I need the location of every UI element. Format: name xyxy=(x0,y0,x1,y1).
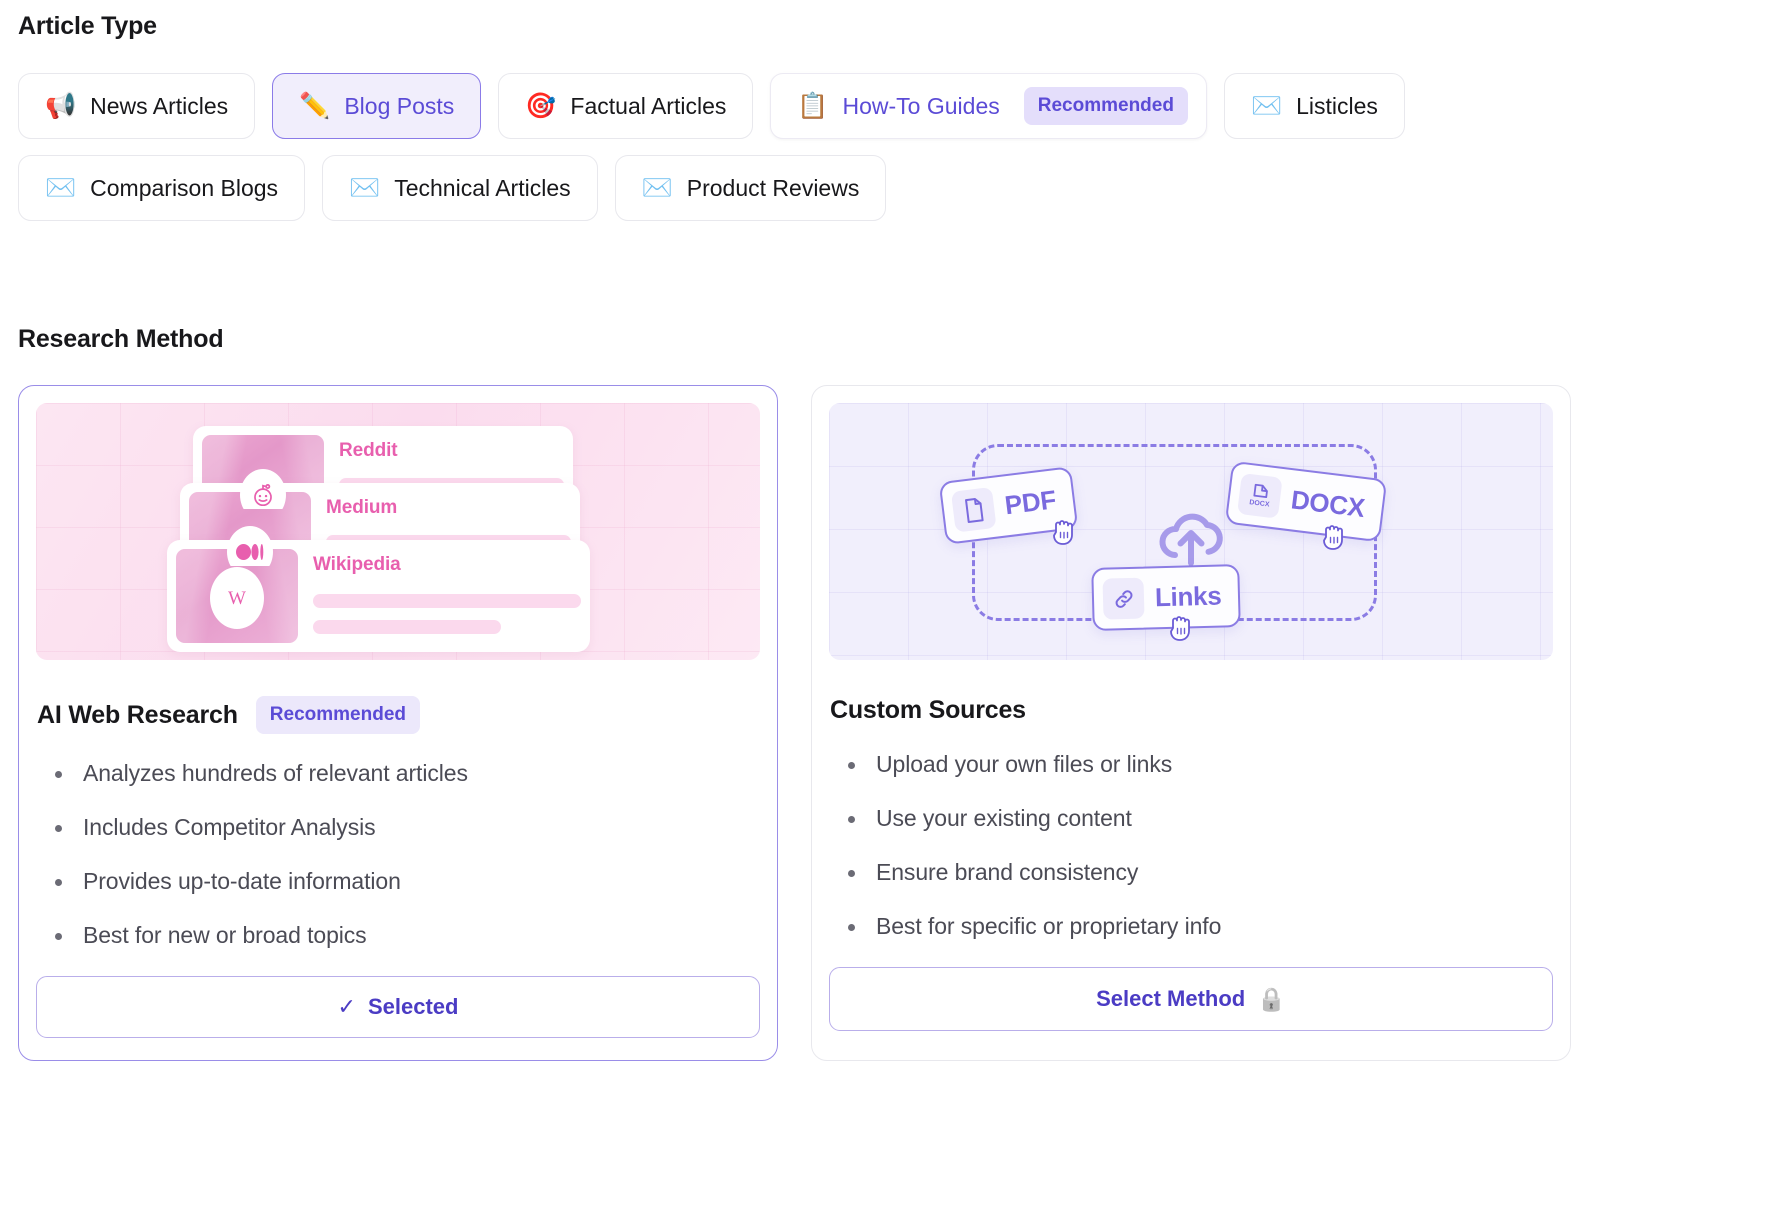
article-type-product-reviews[interactable]: ✉️ Product Reviews xyxy=(615,155,887,221)
article-type-chip-group: 📢 News Articles ✏️ Blog Posts 🎯 Factual … xyxy=(18,73,1754,221)
grab-cursor-icon xyxy=(1168,611,1198,643)
link-icon xyxy=(1102,578,1144,620)
list-item: Upload your own files or links xyxy=(842,751,1553,778)
chip-label: News Articles xyxy=(90,93,228,120)
svg-text:W: W xyxy=(228,588,246,609)
custom-sources-illustration: PDF DOCX DOC xyxy=(829,403,1553,660)
chip-label: Factual Articles xyxy=(570,93,726,120)
chip-label: Blog Posts xyxy=(344,93,454,120)
chip-label: Listicles xyxy=(1296,93,1378,120)
file-chip-label: PDF xyxy=(1003,484,1058,521)
file-chip-label: Links xyxy=(1155,581,1222,614)
button-label: Select Method xyxy=(1096,986,1245,1012)
lock-icon: 🔒 xyxy=(1257,986,1286,1013)
chip-label: Comparison Blogs xyxy=(90,175,278,202)
file-icon xyxy=(951,487,997,533)
select-method-button[interactable]: Select Method 🔒 xyxy=(829,967,1553,1031)
article-type-comparison-blogs[interactable]: ✉️ Comparison Blogs xyxy=(18,155,305,221)
list-item: Ensure brand consistency xyxy=(842,859,1553,886)
article-type-row-1: 📢 News Articles ✏️ Blog Posts 🎯 Factual … xyxy=(18,73,1754,139)
custom-sources-header: Custom Sources xyxy=(829,696,1553,725)
button-label: Selected xyxy=(368,994,459,1020)
list-item: Best for new or broad topics xyxy=(49,922,760,949)
article-type-blog-posts[interactable]: ✏️ Blog Posts xyxy=(272,73,481,139)
pencil-icon: ✏️ xyxy=(299,94,330,119)
research-method-card-custom-sources[interactable]: PDF DOCX DOC xyxy=(811,385,1571,1061)
envelope-icon: ✉️ xyxy=(642,176,673,201)
article-type-how-to-guides[interactable]: 📋 How-To Guides Recommended xyxy=(770,73,1207,139)
article-type-factual-articles[interactable]: 🎯 Factual Articles xyxy=(498,73,753,139)
page-title-research-method: Research Method xyxy=(18,325,1754,354)
file-chip-label: DOCX xyxy=(1289,484,1366,524)
recommended-badge: Recommended xyxy=(256,696,420,734)
chip-label: How-To Guides xyxy=(843,93,1000,120)
docx-file-icon: DOCX xyxy=(1237,473,1283,519)
medium-logo-icon xyxy=(227,526,273,566)
custom-sources-feature-list: Upload your own files or links Use your … xyxy=(829,751,1553,940)
article-type-listicles[interactable]: ✉️ Listicles xyxy=(1224,73,1405,139)
research-method-card-ai-web-research[interactable]: Reddit xyxy=(18,385,778,1061)
source-card-body: Wikipedia xyxy=(313,549,581,634)
envelope-icon: ✉️ xyxy=(1251,94,1282,119)
chip-label: Product Reviews xyxy=(687,175,860,202)
envelope-icon: ✉️ xyxy=(45,176,76,201)
list-item: Analyzes hundreds of relevant articles xyxy=(49,760,760,787)
placeholder-line xyxy=(313,620,501,634)
grab-cursor-icon xyxy=(1051,515,1081,547)
card-title: Custom Sources xyxy=(830,696,1026,725)
ai-web-research-header: AI Web Research Recommended xyxy=(36,696,760,734)
section-spacer xyxy=(18,237,1754,325)
selected-button[interactable]: ✓ Selected xyxy=(36,976,760,1038)
reddit-logo-icon xyxy=(240,469,286,509)
article-type-row-2: ✉️ Comparison Blogs ✉️ Technical Article… xyxy=(18,155,1754,221)
list-item: Best for specific or proprietary info xyxy=(842,913,1553,940)
wikipedia-logo-icon: W xyxy=(210,567,264,629)
card-title: AI Web Research xyxy=(37,701,238,730)
source-name: Wikipedia xyxy=(313,554,581,576)
placeholder-line xyxy=(313,594,581,608)
file-chip-links: Links xyxy=(1091,564,1241,631)
list-item: Includes Competitor Analysis xyxy=(49,814,760,841)
ai-web-research-feature-list: Analyzes hundreds of relevant articles I… xyxy=(36,760,760,949)
article-type-news-articles[interactable]: 📢 News Articles xyxy=(18,73,255,139)
recommended-badge: Recommended xyxy=(1024,87,1188,125)
source-name: Reddit xyxy=(339,440,564,462)
grab-cursor-icon xyxy=(1321,520,1351,552)
ai-web-research-illustration: Reddit xyxy=(36,403,760,660)
source-name: Medium xyxy=(326,497,571,519)
target-icon: 🎯 xyxy=(525,94,556,119)
research-method-card-group: Reddit xyxy=(18,385,1754,1061)
article-type-technical-articles[interactable]: ✉️ Technical Articles xyxy=(322,155,598,221)
clipboard-icon: 📋 xyxy=(797,94,828,119)
list-item: Provides up-to-date information xyxy=(49,868,760,895)
page-root: Article Type 📢 News Articles ✏️ Blog Pos… xyxy=(0,0,1772,1061)
svg-text:DOCX: DOCX xyxy=(1248,499,1269,508)
list-item: Use your existing content xyxy=(842,805,1553,832)
page-title-article-type: Article Type xyxy=(18,0,1754,41)
chip-label: Technical Articles xyxy=(394,175,570,202)
megaphone-icon: 📢 xyxy=(45,94,76,119)
envelope-icon: ✉️ xyxy=(349,176,380,201)
check-icon: ✓ xyxy=(338,994,356,1020)
